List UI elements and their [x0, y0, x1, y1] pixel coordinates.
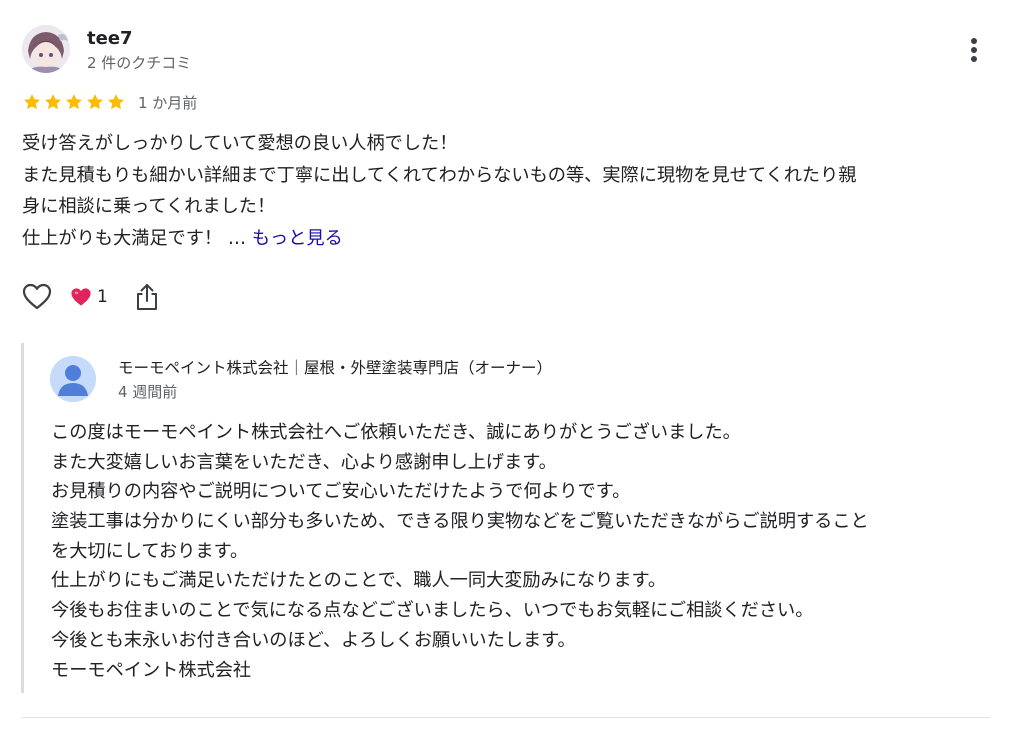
heart-outline-icon — [22, 283, 52, 310]
review-text-line: 受け答えがしっかりしていて愛想の良い人柄でした！ — [22, 133, 458, 154]
share-button[interactable] — [134, 282, 160, 312]
person-icon — [50, 356, 96, 402]
red-heart-icon — [71, 288, 91, 306]
more-vert-icon — [971, 38, 977, 62]
star-icon — [45, 94, 61, 110]
owner-name: モーモペイント株式会社｜屋根・外壁塗装専門店（オーナー） — [118, 359, 553, 377]
review-card: tee7 2 件のクチコミ 1 か月前 受け答えがしっかりしていて愛想の良い人柄… — [0, 0, 1024, 740]
owner-reply: モーモペイント株式会社｜屋根・外壁塗装専門店（オーナー） 4 週間前 この度はモ… — [21, 343, 1004, 693]
like-button[interactable] — [22, 283, 52, 311]
review-date: 1 か月前 — [138, 93, 198, 112]
reply-text-line: 仕上がりにもご満足いただけたとのことで、職人一同大変励みになります。 — [51, 570, 667, 592]
star-icon — [108, 94, 124, 110]
star-icon — [24, 94, 40, 110]
reviewer-avatar-image — [22, 25, 70, 73]
review-text-line-last: 仕上がりも大満足です！ … もっと見る — [22, 223, 1002, 255]
review-text: 受け答えがしっかりしていて愛想の良い人柄でした！ また見積もりも細かい詳細まで丁… — [22, 128, 1002, 254]
rating-row: 1 か月前 — [22, 92, 197, 112]
reply-text-line: お見積りの内容やご説明についてご安心いただけたようで何よりです。 — [51, 481, 631, 503]
reply-text-line: モーモペイント株式会社 — [51, 659, 252, 681]
reply-text-line: この度はモーモペイント株式会社へご依頼いただき、誠にありがとうございました。 — [51, 422, 741, 443]
reviewer-name[interactable]: tee7 — [87, 28, 133, 49]
more-link[interactable]: もっと見る — [252, 228, 343, 249]
reaction-button[interactable]: 1 — [70, 284, 108, 310]
star-icon — [66, 94, 82, 110]
divider — [22, 717, 990, 718]
reply-text: この度はモーモペイント株式会社へご依頼いただき、誠にありがとうございました。 ま… — [51, 418, 1001, 685]
reply-text-line: 塗装工事は分かりにくい部分も多いため、できる限り実物などをご覧いただきながらご説… — [51, 511, 869, 533]
star-rating — [22, 92, 126, 112]
star-icon — [87, 94, 103, 110]
review-text-tail: 仕上がりも大満足です！ … — [22, 227, 252, 249]
reviewer-avatar[interactable] — [22, 25, 70, 73]
reply-text-line: 今後とも末永いお付き合いのほど、よろしくお願いいたします。 — [51, 629, 576, 651]
reply-date: 4 週間前 — [118, 383, 178, 401]
reviewer-review-count[interactable]: 2 件のクチコミ — [87, 52, 191, 73]
reaction-count: 1 — [97, 287, 108, 307]
review-text-line: また見積もりも細かい詳細まで丁寧に出してくれてわからないもの等、実際に現物を見せ… — [22, 164, 857, 186]
share-icon — [137, 284, 157, 310]
reply-text-line: また大変嬉しいお言葉をいただき、心より感謝申し上げます。 — [51, 451, 557, 473]
owner-avatar — [50, 356, 96, 402]
reply-text-line: 今後もお住まいのことで気になる点などございましたら、いつでもお気軽にご相談くださ… — [51, 600, 814, 622]
review-text-line: 身に相談に乗ってくれました！ — [22, 196, 276, 217]
reply-text-line: を大切にしております。 — [51, 540, 249, 562]
more-options-button[interactable] — [962, 36, 986, 66]
